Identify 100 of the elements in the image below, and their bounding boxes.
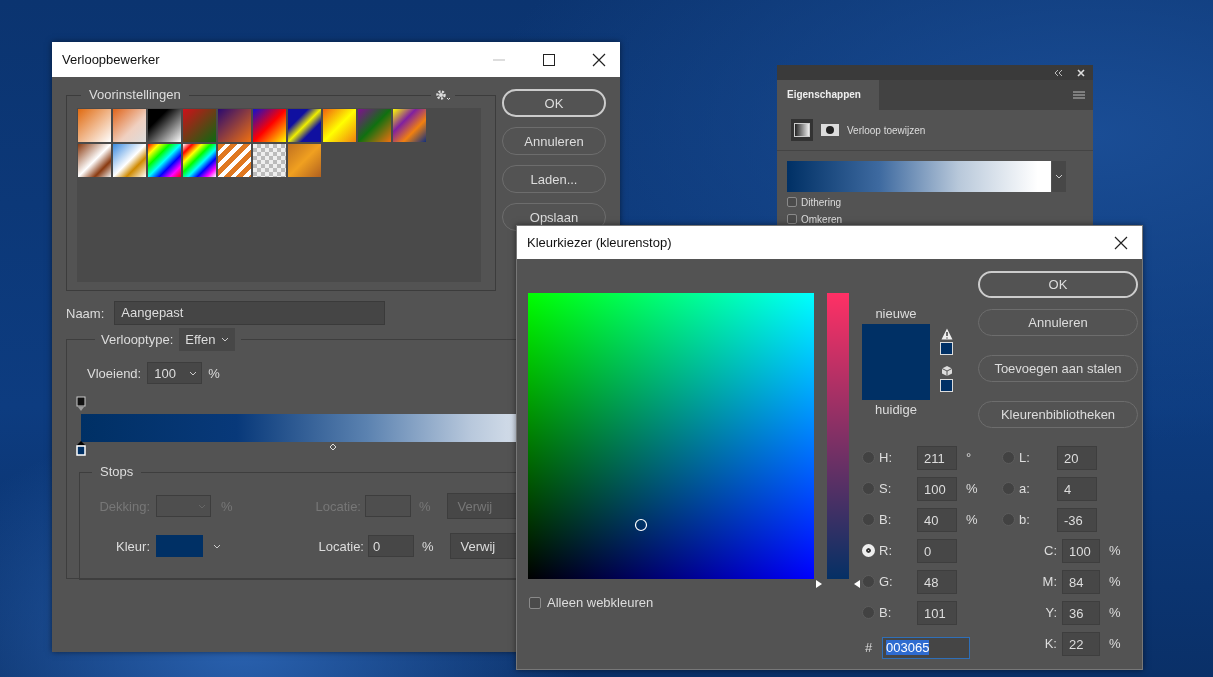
close-icon[interactable] [1114,235,1128,250]
unit-label: % [419,498,431,514]
value-field[interactable]: 40 [917,507,957,532]
gradient-preset-swatch[interactable] [288,109,321,142]
checkbox[interactable] [787,214,797,224]
gradient-preset-swatch[interactable] [113,144,146,177]
dialog-button[interactable]: Laden... [502,165,606,193]
gradient-preset-swatch[interactable] [323,109,356,142]
name-field[interactable]: Aangepast [114,301,386,325]
stop-label: Kleur: [115,538,150,554]
radio-button[interactable] [862,482,875,495]
radio-button[interactable] [1002,482,1015,495]
value-field[interactable]: 0 [917,538,957,563]
gradient-preset-swatch[interactable] [393,109,426,142]
value-field[interactable]: 101 [917,600,957,625]
field-label: G: [879,574,894,589]
window-title: Kleurkiezer (kleurenstop) [527,235,672,250]
field-label: R: [879,543,893,558]
gradient-preset-swatch[interactable] [78,144,111,177]
value-field[interactable]: 36 [1062,600,1100,625]
radio-button[interactable] [1002,513,1015,526]
dialog-button[interactable]: Annuleren [978,309,1138,336]
smoothness-label: Vloeiend: [87,365,142,381]
gradient-preset-swatch[interactable] [253,144,286,177]
smoothness-field[interactable]: 100 [147,362,203,384]
color-field[interactable] [528,293,814,579]
dialog-button[interactable]: Annuleren [502,127,606,155]
field-label: K: [1043,636,1058,651]
value-field[interactable]: 211 [917,445,957,470]
gradient-preset-swatch[interactable] [113,109,146,142]
radio-button[interactable] [862,575,875,588]
unit-label: % [966,512,978,527]
maximize-icon[interactable] [542,52,556,67]
checkbox-label: Alleen webkleuren [547,595,654,610]
value-field[interactable]: 22 [1062,631,1100,656]
gradient-preset-swatch[interactable] [148,109,181,142]
radio-button[interactable] [862,606,875,619]
mask-icon[interactable] [821,124,839,136]
cube-icon[interactable] [940,365,953,377]
menu-icon[interactable] [1073,91,1085,99]
location-field[interactable]: 0 [368,535,414,557]
dialog-button[interactable]: Toevoegen aan stalen [978,355,1138,382]
current-color-label: huidige [875,401,917,419]
checkbox[interactable] [787,197,797,207]
color-stop-icon[interactable] [76,440,86,456]
gradient-preset-swatch[interactable] [183,109,216,142]
value-field[interactable]: 4 [1057,476,1097,501]
slider-handle-icon[interactable] [815,579,861,589]
radio-button[interactable] [862,451,875,464]
gradient-preset-swatch[interactable] [218,144,251,177]
gradient-preset-swatch[interactable] [288,144,321,177]
hex-field[interactable]: 003065 [882,636,970,659]
checkbox[interactable] [529,596,541,609]
gradient-preset-swatch[interactable] [148,144,181,177]
radio-button[interactable] [1002,451,1015,464]
gradient-preset-swatch[interactable] [218,109,251,142]
radio-button[interactable] [862,513,875,526]
gradient-preset-swatch[interactable] [183,144,216,177]
color-swatch[interactable] [156,535,203,557]
name-label: Naam: [66,305,105,321]
gradient-preview[interactable] [787,161,1051,192]
field-label: M: [1041,574,1058,589]
value-field[interactable]: 20 [1057,445,1097,470]
midpoint-diamond-icon[interactable] [329,443,337,451]
value-field[interactable]: -36 [1057,507,1097,532]
gradient-preset-swatch[interactable] [78,109,111,142]
gradient-map-icon[interactable] [791,119,813,141]
panel-tab[interactable]: Eigenschappen [777,80,879,110]
collapse-icon[interactable] [1053,68,1063,77]
presets-label: Voorinstellingen [81,87,189,102]
unit-label: % [1109,543,1121,558]
warning-icon[interactable] [940,328,953,340]
dialog-button[interactable]: OK [978,271,1138,298]
value-field[interactable]: 48 [917,569,957,594]
value-field[interactable]: 84 [1062,569,1100,594]
dialog-button[interactable]: OK [502,89,606,117]
gradient-type-dropdown[interactable]: Effen [179,328,236,351]
value-field[interactable]: 100 [1062,538,1100,563]
gamut-color-swatch[interactable] [940,342,953,355]
checkbox-label: Dithering [801,196,842,208]
dialog-button[interactable]: Kleurenbibliotheken [978,401,1138,428]
gradient-type-label: Verlooptype: [101,332,174,347]
gradient-preset-swatch[interactable] [253,109,286,142]
opacity-stop-icon[interactable] [76,396,86,412]
color-picker-circle-icon[interactable] [634,518,649,533]
field-label: B: [879,512,893,527]
gradient-preset-swatch[interactable] [358,109,391,142]
field-label: L: [1019,450,1031,465]
unit-label: % [208,365,220,381]
stops-label: Stops [92,464,142,479]
value-field[interactable]: 100 [917,476,957,501]
field-label: H: [879,450,893,465]
new-color-label: nieuwe [875,305,917,323]
unit-label: % [221,498,234,514]
current-color-swatch[interactable] [862,362,930,400]
field-label: S: [879,481,893,496]
web-color-swatch[interactable] [940,379,953,392]
field-label: Y: [1044,605,1058,620]
checkbox-label: Omkeren [801,213,843,225]
close-icon[interactable] [592,52,606,67]
